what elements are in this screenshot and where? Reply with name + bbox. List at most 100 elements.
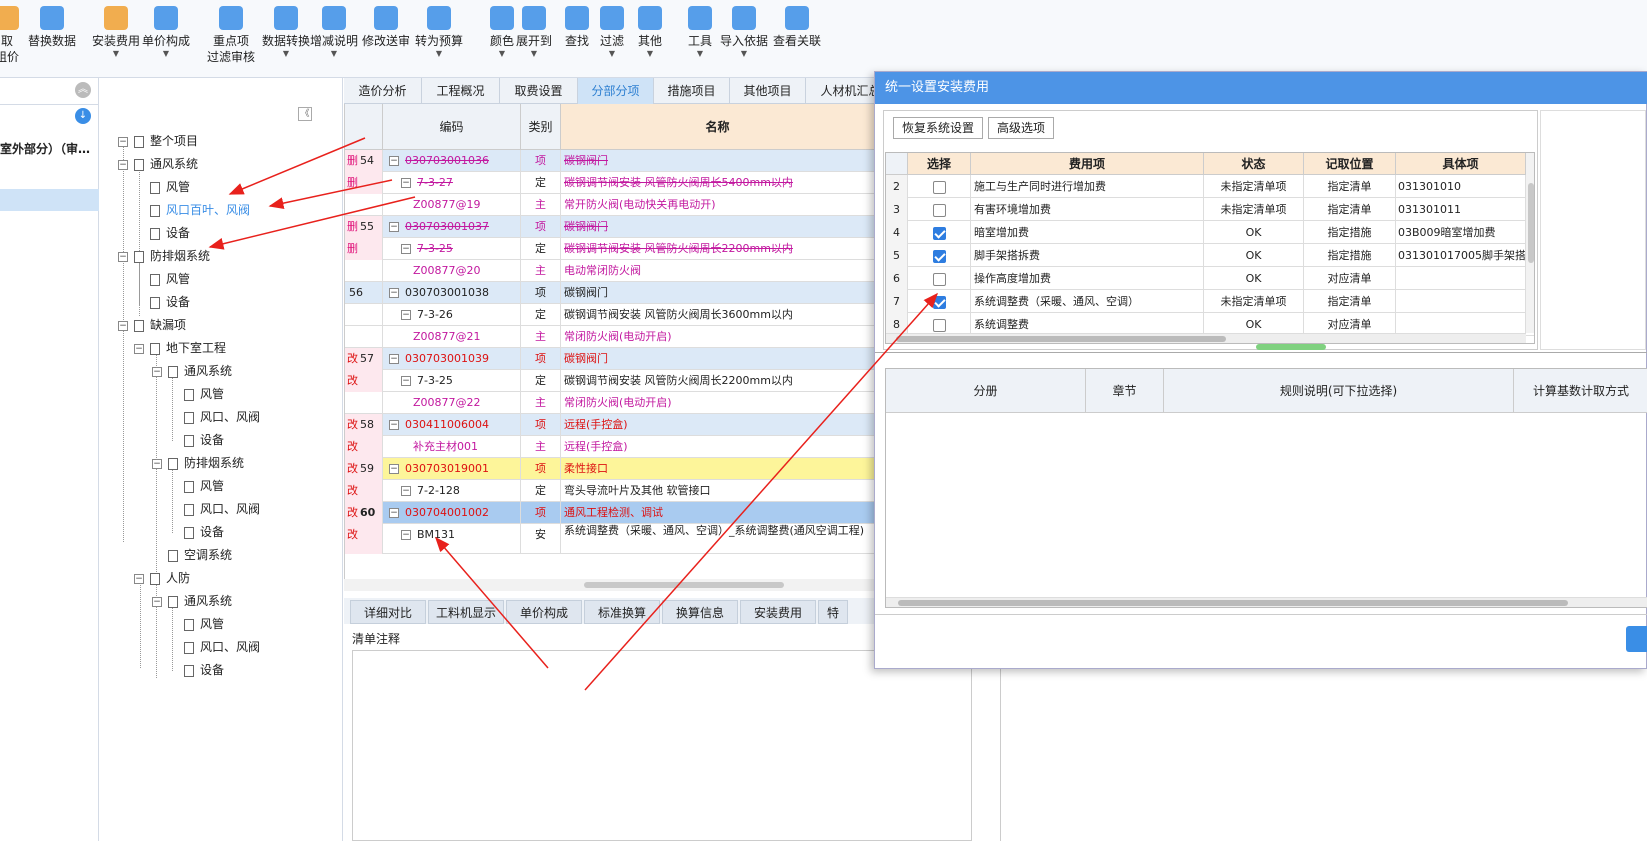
tree-node[interactable]: 风管 <box>150 268 190 290</box>
tab-6[interactable]: 其他项目 <box>730 78 806 104</box>
dropdown-caret-icon[interactable]: ▼ <box>262 49 310 59</box>
select-checkbox[interactable] <box>932 226 946 240</box>
tree-node[interactable]: − 通风系统 <box>152 360 232 382</box>
type-cell[interactable]: 定 <box>521 370 561 392</box>
tree-node[interactable]: − 整个项目 <box>118 130 198 152</box>
dropdown-caret-icon[interactable]: ▼ <box>415 49 463 59</box>
table-row[interactable]: Z00877@20 主电动常闭防火阀 <box>345 260 874 282</box>
table-row[interactable]: 改 补充主材001 主远程(手控盒) <box>345 436 874 458</box>
notes-textarea[interactable] <box>352 650 972 841</box>
expand-toggle-icon[interactable]: − <box>401 244 411 254</box>
table-row[interactable]: 2 施工与生产同时进行增加费 未指定清单项 指定清单 031301010 <box>886 175 1534 198</box>
tree-node[interactable]: 空调系统 <box>168 544 232 566</box>
code-cell[interactable]: −7-3-25 <box>383 370 521 392</box>
type-cell[interactable]: 安 <box>521 524 561 554</box>
name-cell[interactable]: 通风工程检测、调试 <box>561 502 874 524</box>
table-row[interactable]: 删 54−030703001036 项碳钢阀门 <box>345 150 874 172</box>
expand-toggle-icon[interactable]: − <box>152 366 162 377</box>
scroll-thumb[interactable] <box>584 582 784 588</box>
code-cell[interactable]: −030703001036 <box>383 150 521 172</box>
splitter[interactable] <box>875 352 1647 353</box>
col-header-select[interactable]: 选择 <box>908 153 971 175</box>
collapse-left-icon[interactable]: 《 <box>298 107 312 121</box>
position-cell[interactable]: 指定措施 <box>1304 221 1396 244</box>
col-header-rule[interactable]: 规则说明(可下拉选择) <box>1164 369 1514 413</box>
tree-node[interactable]: − 通风系统 <box>152 590 232 612</box>
tree-node[interactable]: − 防排烟系统 <box>118 245 210 267</box>
dropdown-caret-icon[interactable]: ▼ <box>142 49 190 59</box>
code-cell[interactable]: −7-3-26 <box>383 304 521 326</box>
confirm-button[interactable] <box>1626 626 1647 652</box>
code-cell[interactable]: −030704001002 <box>383 502 521 524</box>
tree-node[interactable]: 风口、风阀 <box>184 406 260 428</box>
expand-toggle-icon[interactable]: − <box>389 464 399 474</box>
code-cell[interactable]: − BM131 <box>383 524 521 554</box>
name-cell[interactable]: 碳钢调节阀安装 风管防火阀周长2200mm以内 <box>561 238 874 260</box>
tree-node[interactable]: 风管 <box>184 475 224 497</box>
table-row[interactable]: Z00877@22 主常闭防火阀(电动开启) <box>345 392 874 414</box>
col-header-method[interactable]: 计算基数计取方式 <box>1514 369 1647 413</box>
name-cell[interactable]: 系统调整费（采暖、通风、空调）_系统调整费(通风空调工程) <box>561 524 874 554</box>
col-header-chapter[interactable]: 章节 <box>1086 369 1164 413</box>
table-row[interactable]: 6 操作高度增加费 OK 对应清单 <box>886 267 1534 290</box>
type-cell[interactable]: 主 <box>521 194 561 216</box>
position-cell[interactable]: 指定清单 <box>1304 290 1396 313</box>
tree-node[interactable]: − 缺漏项 <box>118 314 186 336</box>
table-row[interactable]: 改 58−030411006004 项远程(手控盒) <box>345 414 874 436</box>
col-header-name[interactable]: 名称 <box>561 104 874 150</box>
code-cell[interactable]: −030411006004 <box>383 414 521 436</box>
expand-toggle-icon[interactable]: − <box>401 310 411 320</box>
expand-toggle-icon[interactable]: − <box>389 156 399 166</box>
advanced-options-button[interactable]: 高级选项 <box>988 117 1055 139</box>
dropdown-caret-icon[interactable]: ▼ <box>720 49 768 59</box>
toolbar-button[interactable]: 展开到 ▼ <box>510 6 558 59</box>
tab-3[interactable]: 取费设置 <box>500 78 578 104</box>
tree-node[interactable]: − 地下室工程 <box>134 337 226 359</box>
detail-tab-3[interactable]: 单价构成 <box>506 600 582 624</box>
detail-cell[interactable] <box>1396 290 1526 313</box>
tree-node[interactable]: 设备 <box>150 291 190 313</box>
tree-node[interactable]: 风管 <box>150 176 190 198</box>
detail-tab-4[interactable]: 标准换算 <box>584 600 660 624</box>
toolbar-button[interactable]: 数据转换 ▼ <box>262 6 310 59</box>
restore-defaults-button[interactable]: 恢复系统设置 <box>893 117 984 139</box>
tree-node[interactable]: 设备 <box>184 521 224 543</box>
expand-toggle-icon[interactable]: − <box>401 376 411 386</box>
type-cell[interactable]: 项 <box>521 216 561 238</box>
fee-item-cell[interactable]: 施工与生产同时进行增加费 <box>971 175 1204 198</box>
name-cell[interactable]: 远程(手控盒) <box>561 436 874 458</box>
col-header-part[interactable]: 分册 <box>886 369 1086 413</box>
type-cell[interactable]: 项 <box>521 414 561 436</box>
col-header-status[interactable]: 状态 <box>1204 153 1304 175</box>
table-row[interactable]: Z00877@19 主常开防火阀(电动快关再电动开) <box>345 194 874 216</box>
code-cell[interactable]: −030703001037 <box>383 216 521 238</box>
fee-item-cell[interactable]: 暗室增加费 <box>971 221 1204 244</box>
table-row[interactable]: 删 −7-3-27 定碳钢调节阀安装 风管防火阀周长5400mm以内 <box>345 172 874 194</box>
position-cell[interactable]: 指定措施 <box>1304 244 1396 267</box>
table-row[interactable]: 改 59−030703019001 项柔性接口 <box>345 458 874 480</box>
name-cell[interactable]: 碳钢调节阀安装 风管防火阀周长3600mm以内 <box>561 304 874 326</box>
toolbar-button[interactable]: 工具 ▼ <box>676 6 724 59</box>
name-cell[interactable]: 碳钢阀门 <box>561 282 874 304</box>
select-checkbox[interactable] <box>932 249 946 263</box>
tree-node[interactable]: 设备 <box>184 659 224 681</box>
collapse-up-icon[interactable]: ︽ <box>75 82 91 98</box>
select-checkbox[interactable] <box>932 272 946 286</box>
name-cell[interactable]: 常闭防火阀(电动开启) <box>561 392 874 414</box>
type-cell[interactable]: 定 <box>521 480 561 502</box>
type-cell[interactable]: 主 <box>521 436 561 458</box>
col-header-item[interactable]: 费用项 <box>971 153 1204 175</box>
select-checkbox[interactable] <box>932 203 946 217</box>
code-cell[interactable]: Z00877@21 <box>383 326 521 348</box>
code-cell[interactable]: −030703019001 <box>383 458 521 480</box>
type-cell[interactable]: 项 <box>521 458 561 480</box>
code-cell[interactable]: −030703001038 <box>383 282 521 304</box>
code-cell[interactable]: Z00877@19 <box>383 194 521 216</box>
scroll-thumb[interactable] <box>1528 183 1534 263</box>
tree-node[interactable]: 风口、风阀 <box>184 636 260 658</box>
expand-toggle-icon[interactable]: − <box>389 420 399 430</box>
table-row[interactable]: Z00877@21 主常闭防火阀(电动开启) <box>345 326 874 348</box>
toolbar-button[interactable]: 其他 ▼ <box>626 6 674 59</box>
expand-toggle-icon[interactable]: − <box>134 343 144 354</box>
tree-node[interactable]: 设备 <box>184 429 224 451</box>
